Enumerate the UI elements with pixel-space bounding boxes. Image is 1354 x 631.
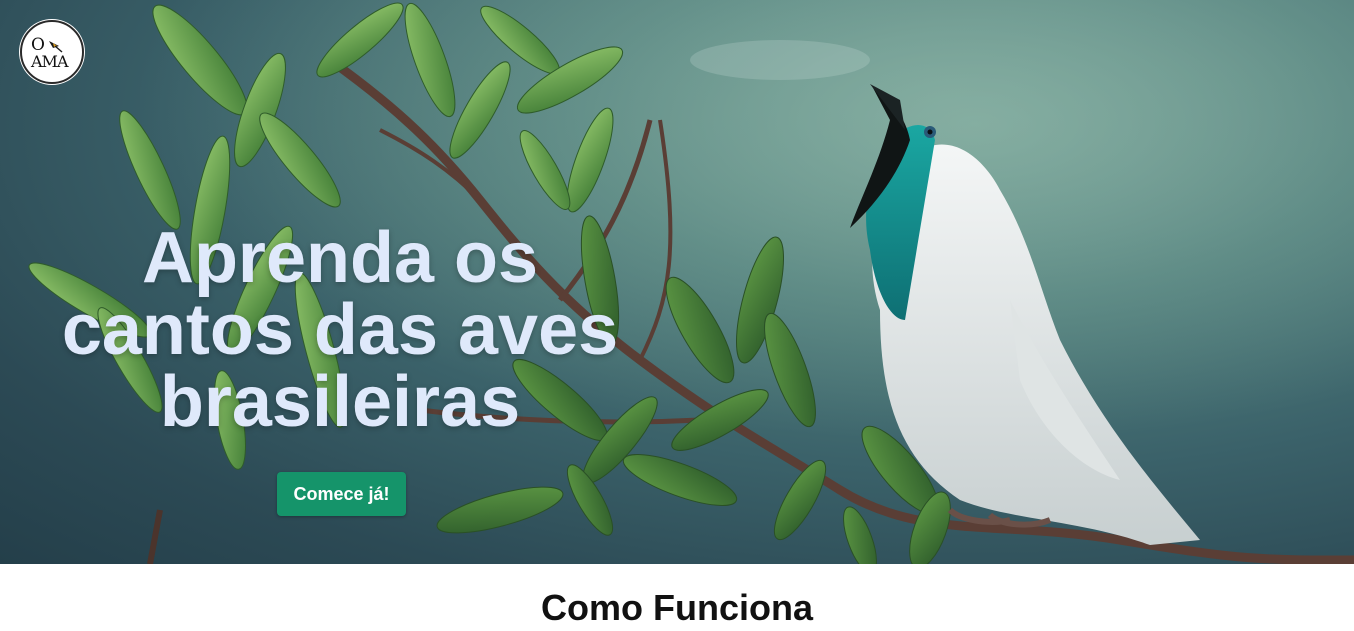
hero-title: Aprenda os cantos das aves brasileiras [61,218,619,442]
start-now-button[interactable]: Comece já! [277,472,406,516]
hero-section: O AMA Aprenda os cantos das aves brasile… [0,0,1354,564]
how-it-works-heading: Como Funciona [541,587,813,628]
site-logo[interactable]: O AMA [20,20,84,84]
logo-word-ama: AMA [31,52,68,71]
